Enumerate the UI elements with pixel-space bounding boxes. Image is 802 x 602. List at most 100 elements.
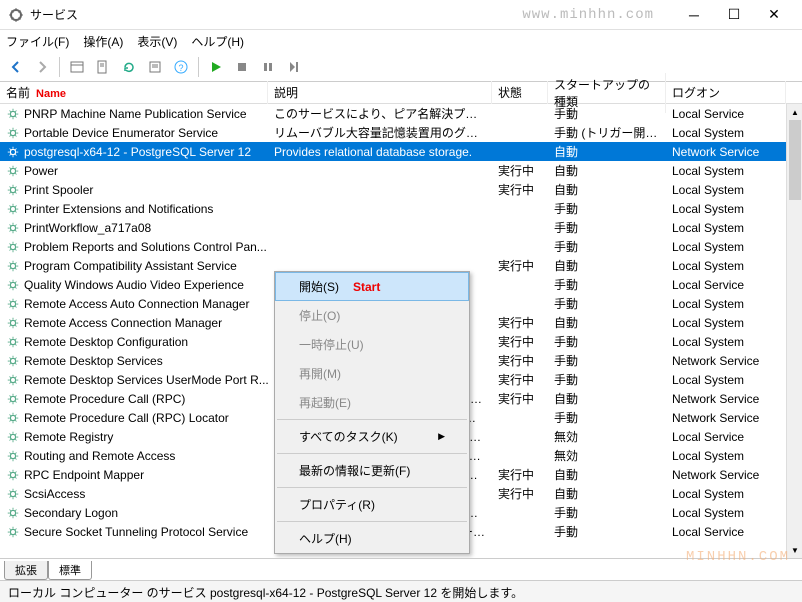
minimize-button[interactable]: ─ xyxy=(674,1,714,29)
back-button[interactable] xyxy=(4,55,28,79)
service-status xyxy=(492,512,548,514)
vertical-scrollbar[interactable]: ▲ ▼ xyxy=(786,104,802,558)
service-name: Quality Windows Audio Video Experience xyxy=(24,278,244,292)
stop-svc-button[interactable] xyxy=(230,55,254,79)
service-name: PNRP Machine Name Publication Service xyxy=(24,107,247,121)
service-logon: Network Service xyxy=(666,410,786,426)
service-startup: 自動 xyxy=(548,256,666,275)
service-startup: 手動 xyxy=(548,275,666,294)
properties-button[interactable] xyxy=(143,55,167,79)
col-header-desc[interactable]: 説明 xyxy=(268,81,492,104)
service-startup: 手動 xyxy=(548,294,666,313)
ctx-resume[interactable]: 再開(M) xyxy=(275,359,469,388)
service-row[interactable]: Power 実行中 自動 Local System xyxy=(0,161,802,180)
menu-action[interactable]: 操作(A) xyxy=(83,33,123,50)
gear-icon xyxy=(6,506,20,520)
service-startup: 自動 xyxy=(548,465,666,484)
service-status: 実行中 xyxy=(492,351,548,370)
menu-help[interactable]: ヘルプ(H) xyxy=(191,33,244,50)
pause-svc-button[interactable] xyxy=(256,55,280,79)
service-desc xyxy=(268,227,492,229)
service-status: 実行中 xyxy=(492,180,548,199)
service-row[interactable]: postgresql-x64-12 - PostgreSQL Server 12… xyxy=(0,142,802,161)
col-header-name[interactable]: 名前 Name xyxy=(0,81,268,104)
service-logon: Local System xyxy=(666,163,786,179)
name-annotation: Name xyxy=(36,88,66,100)
service-desc: このサービスにより、ピア名解決プロトコルを... xyxy=(268,104,492,123)
show-hide-button[interactable] xyxy=(65,55,89,79)
ctx-stop[interactable]: 停止(O) xyxy=(275,301,469,330)
service-name: Portable Device Enumerator Service xyxy=(24,126,218,140)
service-status: 実行中 xyxy=(492,389,548,408)
service-logon: Network Service xyxy=(666,391,786,407)
refresh-button[interactable] xyxy=(117,55,141,79)
ctx-refresh[interactable]: 最新の情報に更新(F) xyxy=(275,456,469,485)
menu-view[interactable]: 表示(V) xyxy=(137,33,177,50)
service-name: RPC Endpoint Mapper xyxy=(24,468,144,482)
export-button[interactable] xyxy=(91,55,115,79)
maximize-button[interactable]: ☐ xyxy=(714,1,754,29)
service-startup: 自動 xyxy=(548,313,666,332)
service-startup: 手動 xyxy=(548,104,666,123)
service-name: Remote Registry xyxy=(24,430,113,444)
service-status: 実行中 xyxy=(492,161,548,180)
ctx-start[interactable]: 開始(S) Start xyxy=(275,272,469,301)
ctx-all-tasks[interactable]: すべてのタスク(K) ▶ xyxy=(275,422,469,451)
service-row[interactable]: Print Spooler 実行中 自動 Local System xyxy=(0,180,802,199)
start-svc-button[interactable] xyxy=(204,55,228,79)
service-row[interactable]: Printer Extensions and Notifications 手動 … xyxy=(0,199,802,218)
service-name: Remote Desktop Configuration xyxy=(24,335,188,349)
col-header-logon[interactable]: ログオン xyxy=(666,81,786,104)
service-status: 実行中 xyxy=(492,256,548,275)
service-logon: Local System xyxy=(666,258,786,274)
col-header-status[interactable]: 状態 xyxy=(492,81,548,104)
gear-icon xyxy=(6,411,20,425)
toolbar: ? xyxy=(0,52,802,82)
forward-button[interactable] xyxy=(30,55,54,79)
service-startup: 手動 (トリガー開始) xyxy=(548,123,666,142)
service-startup: 手動 xyxy=(548,332,666,351)
close-button[interactable]: ✕ xyxy=(754,1,794,29)
restart-svc-button[interactable] xyxy=(282,55,306,79)
service-row[interactable]: Portable Device Enumerator Service リムーバブ… xyxy=(0,123,802,142)
service-row[interactable]: Problem Reports and Solutions Control Pa… xyxy=(0,237,802,256)
service-name: Print Spooler xyxy=(24,183,93,197)
help-button[interactable]: ? xyxy=(169,55,193,79)
svg-text:?: ? xyxy=(178,63,183,73)
service-name: ScsiAccess xyxy=(24,487,85,501)
service-logon: Network Service xyxy=(666,467,786,483)
service-row[interactable]: PrintWorkflow_a717a08 手動 Local System xyxy=(0,218,802,237)
gear-icon xyxy=(6,145,20,159)
ctx-pause[interactable]: 一時停止(U) xyxy=(275,330,469,359)
tab-standard[interactable]: 標準 xyxy=(48,561,92,580)
watermark: www.minhhn.com xyxy=(522,7,654,23)
ctx-restart[interactable]: 再起動(E) xyxy=(275,388,469,417)
service-name: Remote Desktop Services xyxy=(24,354,163,368)
gear-icon xyxy=(6,107,20,121)
service-startup: 手動 xyxy=(548,199,666,218)
service-logon: Local Service xyxy=(666,524,786,540)
context-menu: 開始(S) Start 停止(O) 一時停止(U) 再開(M) 再起動(E) す… xyxy=(274,271,470,554)
scroll-thumb[interactable] xyxy=(789,120,801,200)
service-status xyxy=(492,417,548,419)
service-status xyxy=(492,531,548,533)
service-startup: 手動 xyxy=(548,503,666,522)
service-startup: 無効 xyxy=(548,427,666,446)
service-name: Routing and Remote Access xyxy=(24,449,175,463)
service-startup: 無効 xyxy=(548,446,666,465)
menu-file[interactable]: ファイル(F) xyxy=(6,33,69,50)
ctx-help[interactable]: ヘルプ(H) xyxy=(275,524,469,553)
service-logon: Network Service xyxy=(666,144,786,160)
service-status xyxy=(492,208,548,210)
service-startup: 手動 xyxy=(548,351,666,370)
service-startup: 手動 xyxy=(548,237,666,256)
tab-extended[interactable]: 拡張 xyxy=(4,561,48,580)
service-row[interactable]: PNRP Machine Name Publication Service この… xyxy=(0,104,802,123)
service-name: Power xyxy=(24,164,58,178)
ctx-properties[interactable]: プロパティ(R) xyxy=(275,490,469,519)
column-headers: 名前 Name 説明 状態 スタートアップの種類 ログオン xyxy=(0,82,802,104)
gear-icon xyxy=(6,430,20,444)
scroll-up-button[interactable]: ▲ xyxy=(787,104,802,120)
gear-icon xyxy=(6,392,20,406)
service-name: PrintWorkflow_a717a08 xyxy=(24,221,151,235)
